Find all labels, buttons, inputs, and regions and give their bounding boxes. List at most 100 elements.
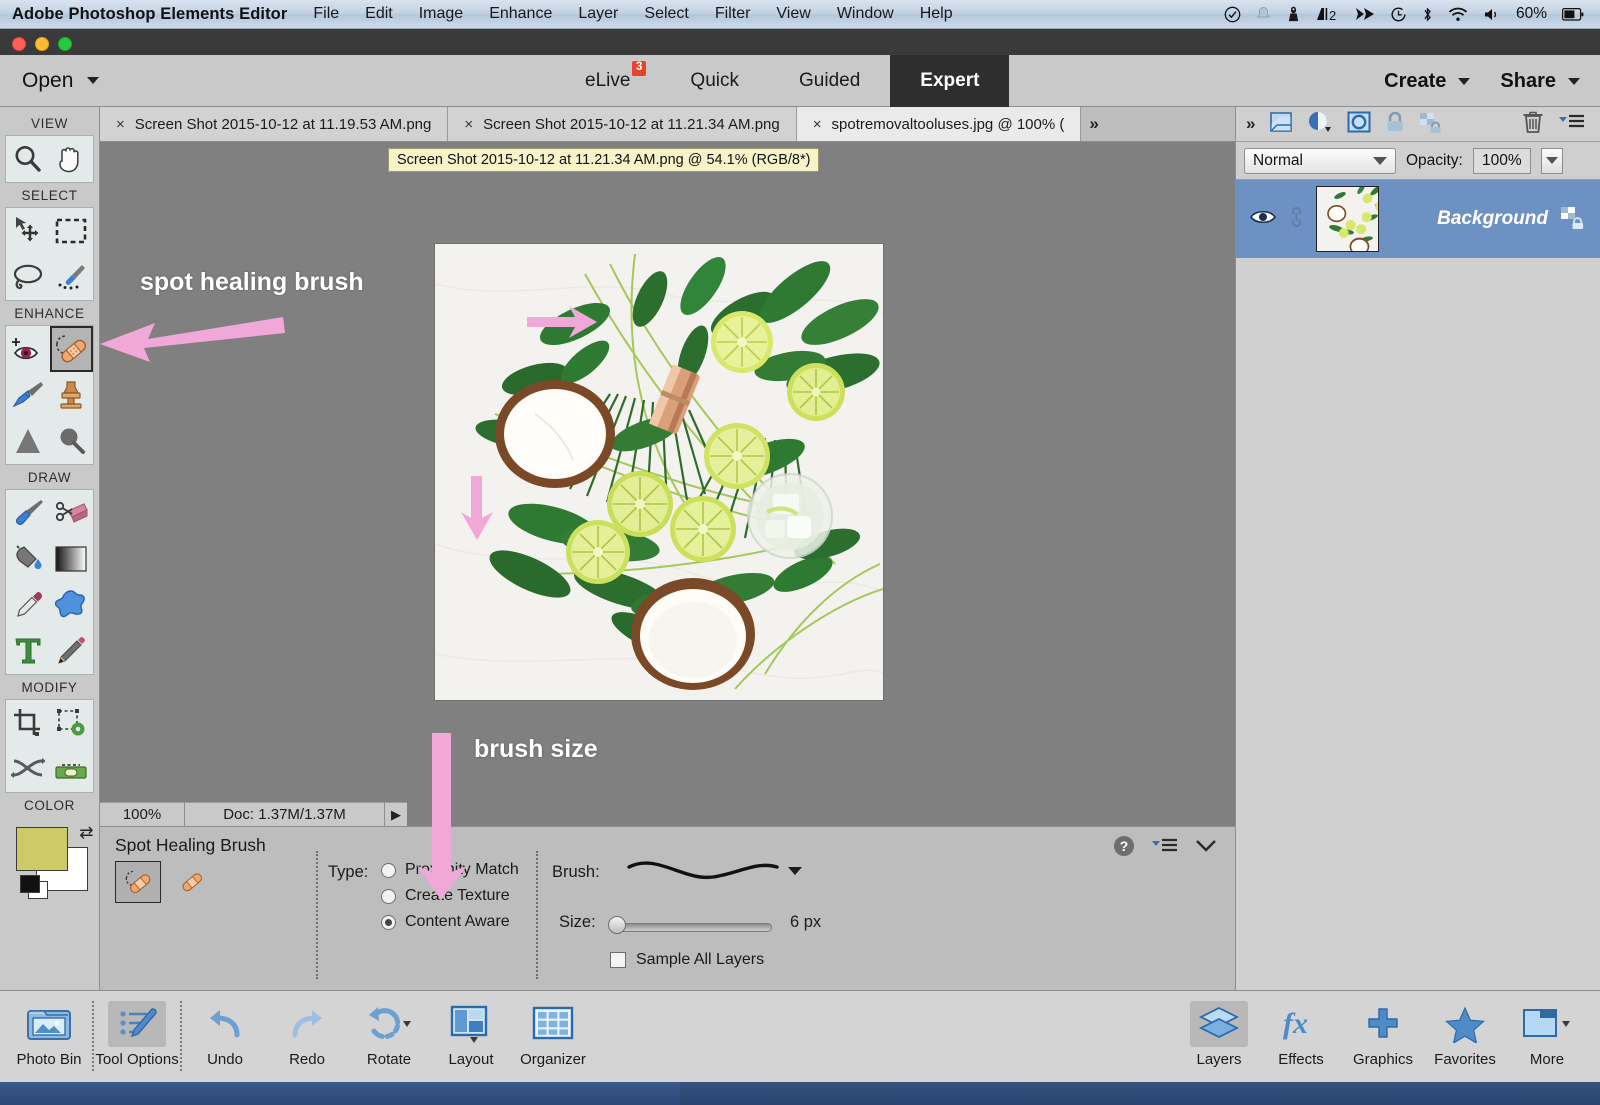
tool-smart-brush[interactable] [6, 372, 50, 418]
lock-all-icon[interactable] [1385, 111, 1405, 138]
opacity-dropdown-button[interactable] [1541, 148, 1563, 174]
tool-quick-selection[interactable] [50, 254, 94, 300]
tab-guided[interactable]: Guided [769, 55, 890, 107]
document-canvas[interactable] [434, 243, 884, 701]
panel-overflow-icon[interactable]: » [1246, 114, 1255, 134]
panel-menu-icon[interactable] [1558, 112, 1590, 137]
close-icon[interactable]: × [464, 116, 473, 133]
radio-button-icon[interactable] [381, 915, 396, 930]
tool-pencil[interactable] [50, 628, 94, 674]
tool-color-picker[interactable] [6, 582, 50, 628]
layer-list-item-background[interactable]: Background [1236, 180, 1600, 258]
menu-filter[interactable]: Filter [715, 5, 751, 23]
swap-colors-icon[interactable]: ⇄ [79, 823, 93, 843]
close-icon[interactable]: × [813, 116, 822, 133]
tool-sponge[interactable] [50, 418, 94, 464]
share-button[interactable]: Share [1500, 70, 1580, 93]
tool-paint-bucket[interactable] [6, 536, 50, 582]
tool-zoom[interactable] [6, 136, 50, 182]
dropbox-icon[interactable] [1286, 6, 1301, 23]
layer-visibility-icon[interactable] [1250, 208, 1276, 231]
radio-create-texture[interactable]: Create Texture [381, 887, 519, 905]
default-foreground-swatch[interactable] [20, 875, 40, 893]
tabs-overflow-button[interactable]: » [1081, 107, 1106, 141]
collapse-chevron-icon[interactable] [1195, 838, 1217, 859]
tab-elive[interactable]: eLive 3 [555, 55, 660, 107]
checkmark-circle-icon[interactable] [1224, 6, 1241, 23]
blend-mode-select[interactable]: Normal [1244, 148, 1396, 174]
menu-file[interactable]: File [313, 5, 339, 23]
taskbar-favorites[interactable]: Favorites [1424, 997, 1506, 1068]
tool-rectangular-marquee[interactable] [50, 208, 94, 254]
volume-icon[interactable] [1483, 7, 1501, 22]
tool-spot-healing-brush[interactable] [50, 326, 94, 372]
close-window-button[interactable] [12, 37, 26, 51]
tool-lasso[interactable] [6, 254, 50, 300]
fast-forward-icon[interactable] [1355, 7, 1375, 21]
help-icon[interactable]: ? [1113, 835, 1135, 862]
radio-button-icon[interactable] [381, 889, 396, 904]
menu-window[interactable]: Window [837, 5, 894, 23]
minimize-window-button[interactable] [35, 37, 49, 51]
taskbar-effects[interactable]: fx Effects [1260, 997, 1342, 1068]
tool-hand[interactable] [50, 136, 94, 182]
taskbar-organizer[interactable]: Organizer [512, 997, 594, 1068]
tool-clone-stamp[interactable] [50, 372, 94, 418]
radio-proximity-match[interactable]: Proximity Match [381, 861, 519, 879]
tool-red-eye-removal[interactable] [6, 326, 50, 372]
trash-icon[interactable] [1522, 110, 1544, 139]
tool-content-aware-move[interactable] [6, 746, 50, 792]
taskbar-graphics[interactable]: Graphics [1342, 997, 1424, 1068]
taskbar-more[interactable]: More [1506, 997, 1588, 1068]
menu-select[interactable]: Select [644, 5, 688, 23]
close-icon[interactable]: × [116, 116, 125, 133]
tool-eraser[interactable] [50, 490, 94, 536]
layer-mask-icon[interactable] [1347, 111, 1371, 138]
tool-custom-shape[interactable] [50, 582, 94, 628]
tool-recompose[interactable] [50, 700, 94, 746]
tab-expert[interactable]: Expert [890, 55, 1009, 107]
tool-type[interactable] [6, 628, 50, 674]
foreground-color-swatch[interactable] [16, 827, 68, 871]
taskbar-redo[interactable]: Redo [266, 997, 348, 1068]
zoom-level-field[interactable]: 100% [100, 803, 185, 826]
document-tab[interactable]: × Screen Shot 2015-10-12 at 11.21.34 AM.… [448, 107, 796, 141]
sample-all-layers-checkbox-row[interactable]: Sample All Layers [610, 951, 764, 969]
tool-move[interactable] [6, 208, 50, 254]
menu-enhance[interactable]: Enhance [489, 5, 552, 23]
variant-spot-healing-brush[interactable] [115, 861, 161, 903]
lock-transparency-icon[interactable] [1419, 111, 1443, 138]
wifi-icon[interactable] [1448, 7, 1468, 22]
menu-edit[interactable]: Edit [365, 5, 393, 23]
canvas-area[interactable]: Screen Shot 2015-10-12 at 11.21.34 AM.pn… [100, 142, 1235, 802]
tool-blur[interactable] [6, 418, 50, 464]
taskbar-rotate[interactable]: Rotate [348, 997, 430, 1068]
open-button[interactable]: Open [22, 69, 99, 93]
menu-image[interactable]: Image [419, 5, 463, 23]
tool-crop[interactable] [6, 700, 50, 746]
tool-gradient[interactable] [50, 536, 94, 582]
brush-dropdown-icon[interactable] [788, 867, 802, 875]
zoom-window-button[interactable] [58, 37, 72, 51]
tab-quick[interactable]: Quick [660, 55, 769, 107]
layer-link-icon[interactable] [1288, 207, 1304, 232]
opacity-field[interactable]: 100% [1473, 148, 1531, 174]
display-icon[interactable]: 2 [1316, 6, 1340, 23]
radio-content-aware[interactable]: Content Aware [381, 913, 519, 931]
variant-healing-brush[interactable] [169, 861, 215, 903]
document-tab[interactable]: × spotremovaltooluses.jpg @ 100% ( [797, 107, 1082, 141]
create-button[interactable]: Create [1384, 70, 1470, 93]
status-bar-expand-icon[interactable]: ▶ [385, 803, 407, 826]
menu-help[interactable]: Help [920, 5, 953, 23]
taskbar-undo[interactable]: Undo [184, 997, 266, 1068]
menu-view[interactable]: View [776, 5, 810, 23]
panel-menu-icon[interactable] [1151, 836, 1179, 861]
menu-layer[interactable]: Layer [578, 5, 618, 23]
taskbar-tool-options[interactable]: Tool Options [96, 997, 178, 1068]
tool-brush[interactable] [6, 490, 50, 536]
battery-icon[interactable] [1562, 8, 1584, 21]
size-slider-knob[interactable] [608, 916, 626, 934]
radio-button-icon[interactable] [381, 863, 396, 878]
bluetooth-icon[interactable] [1422, 6, 1433, 23]
checkbox-icon[interactable] [610, 952, 626, 968]
